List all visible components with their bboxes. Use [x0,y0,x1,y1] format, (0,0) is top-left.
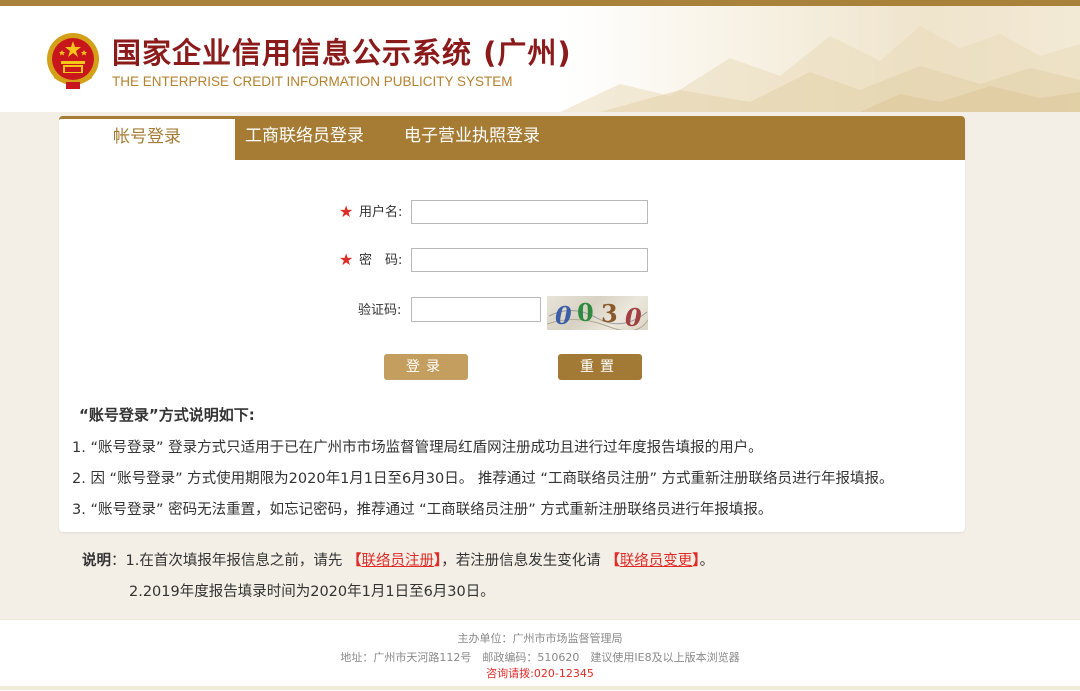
liaison-change-link[interactable]: 联络员变更 [620,553,693,569]
captcha-image[interactable]: 0 0 3 0 [547,296,648,330]
remark-text: 。 [699,553,715,569]
footer-sponsor: 主办单位：广州市市场监督管理局 [457,632,623,645]
instruction-item: 3. “账号登录” 密码无法重置，如忘记密码，推荐通过 “工商联络员注册” 方式… [72,502,773,518]
captcha-char: 0 [577,298,594,327]
username-label: 用户名: [359,205,403,220]
mountain-landscape-decoration [560,26,1080,112]
remark-line-2: 2.2019年度报告填录时间为2020年1月1日至6月30日。 [129,584,495,600]
password-label: 密 码: [359,253,403,268]
instructions-title: “账号登录”方式说明如下: [79,406,255,424]
instruction-item: 2. 因 “账号登录” 方式使用期限为2020年1月1日至6月30日。 推荐通过… [72,471,894,487]
password-input[interactable] [411,248,648,272]
captcha-char: 0 [625,303,642,330]
tab-e-license-login[interactable]: 电子营业执照登录 [404,116,540,160]
remark-text: ：1.在首次填报年报信息之前，请先 [111,553,343,569]
site-footer: 主办单位：广州市市场监督管理局 地址：广州市天河路112号 邮政编码：51062… [0,619,1080,691]
username-input[interactable] [411,200,648,224]
reset-button[interactable]: 重置 [558,354,642,380]
captcha-char: 0 [555,301,572,330]
captcha-input[interactable] [411,297,541,322]
site-subtitle: THE ENTERPRISE CREDIT INFORMATION PUBLIC… [112,74,513,89]
liaison-register-link[interactable]: 联络员注册 [361,553,434,569]
bottom-accent-bar [0,686,1080,690]
footer-hotline: 咨询请拨:020-12345 [486,667,594,680]
password-required-icon: ★ [339,250,354,269]
tab-liaison-login[interactable]: 工商联络员登录 [245,116,364,160]
instruction-item: 1. “账号登录” 登录方式只适用于已在广州市市场监督管理局红盾网注册成功且进行… [72,440,763,456]
login-tab-bar: 帐号登录 工商联络员登录 电子营业执照登录 [59,116,965,160]
bracket-open: 【 [605,553,620,569]
login-panel: 帐号登录 工商联络员登录 电子营业执照登录 ★ 用户名: ★ 密 码: 验证码:… [59,116,965,532]
national-emblem-icon [47,33,99,89]
bracket-close: 】 [692,553,700,569]
username-required-icon: ★ [339,202,354,221]
captcha-char: 3 [601,299,618,328]
remark-text: ，若注册信息发生变化请 [441,553,601,569]
login-button[interactable]: 登录 [384,354,468,380]
site-header: 国家企业信用信息公示系统 (广州) THE ENTERPRISE CREDIT … [0,6,1080,112]
tab-account-login[interactable]: 帐号登录 [59,116,235,160]
bracket-open: 【 [346,553,362,569]
footer-address: 地址：广州市天河路112号 邮政编码：510620 建议使用IE8及以上版本浏览… [340,651,740,664]
captcha-label: 验证码: [358,303,402,318]
site-title: 国家企业信用信息公示系统 (广州) [112,36,572,70]
remark-label: 说明 [82,553,111,569]
remark-line-1: 说明：1.在首次填报年报信息之前，请先 【联络员注册】，若注册信息发生变化请 【… [82,549,714,570]
